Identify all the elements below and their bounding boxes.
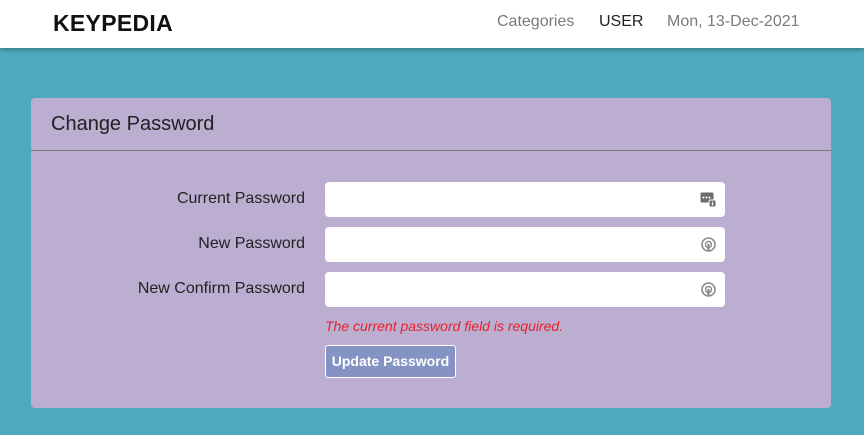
new-password-input[interactable] [325,227,725,262]
top-navbar: KEYPEDIA Categories USER Mon, 13-Dec-202… [0,0,864,48]
password-generate-icon[interactable] [700,236,717,253]
brand-logo[interactable]: KEYPEDIA [53,10,173,37]
password-manager-key-icon[interactable] [700,191,717,208]
card-title: Change Password [51,113,215,135]
nav-user-menu[interactable]: USER [599,13,643,31]
confirm-password-label: New Confirm Password [137,280,305,297]
nav-categories-link[interactable]: Categories [497,13,574,31]
new-password-label: New Password [198,235,305,252]
change-password-card: Change Password Current Password New Pas… [31,98,831,408]
card-header: Change Password [31,98,831,151]
current-date: Mon, 13-Dec-2021 [667,13,800,30]
confirm-password-input[interactable] [325,272,725,307]
validation-error-message: The current password field is required. [325,318,564,334]
update-password-button[interactable]: Update Password [325,345,456,378]
password-generate-icon[interactable] [700,281,717,298]
current-password-input[interactable] [325,182,725,217]
current-password-label: Current Password [176,190,305,207]
